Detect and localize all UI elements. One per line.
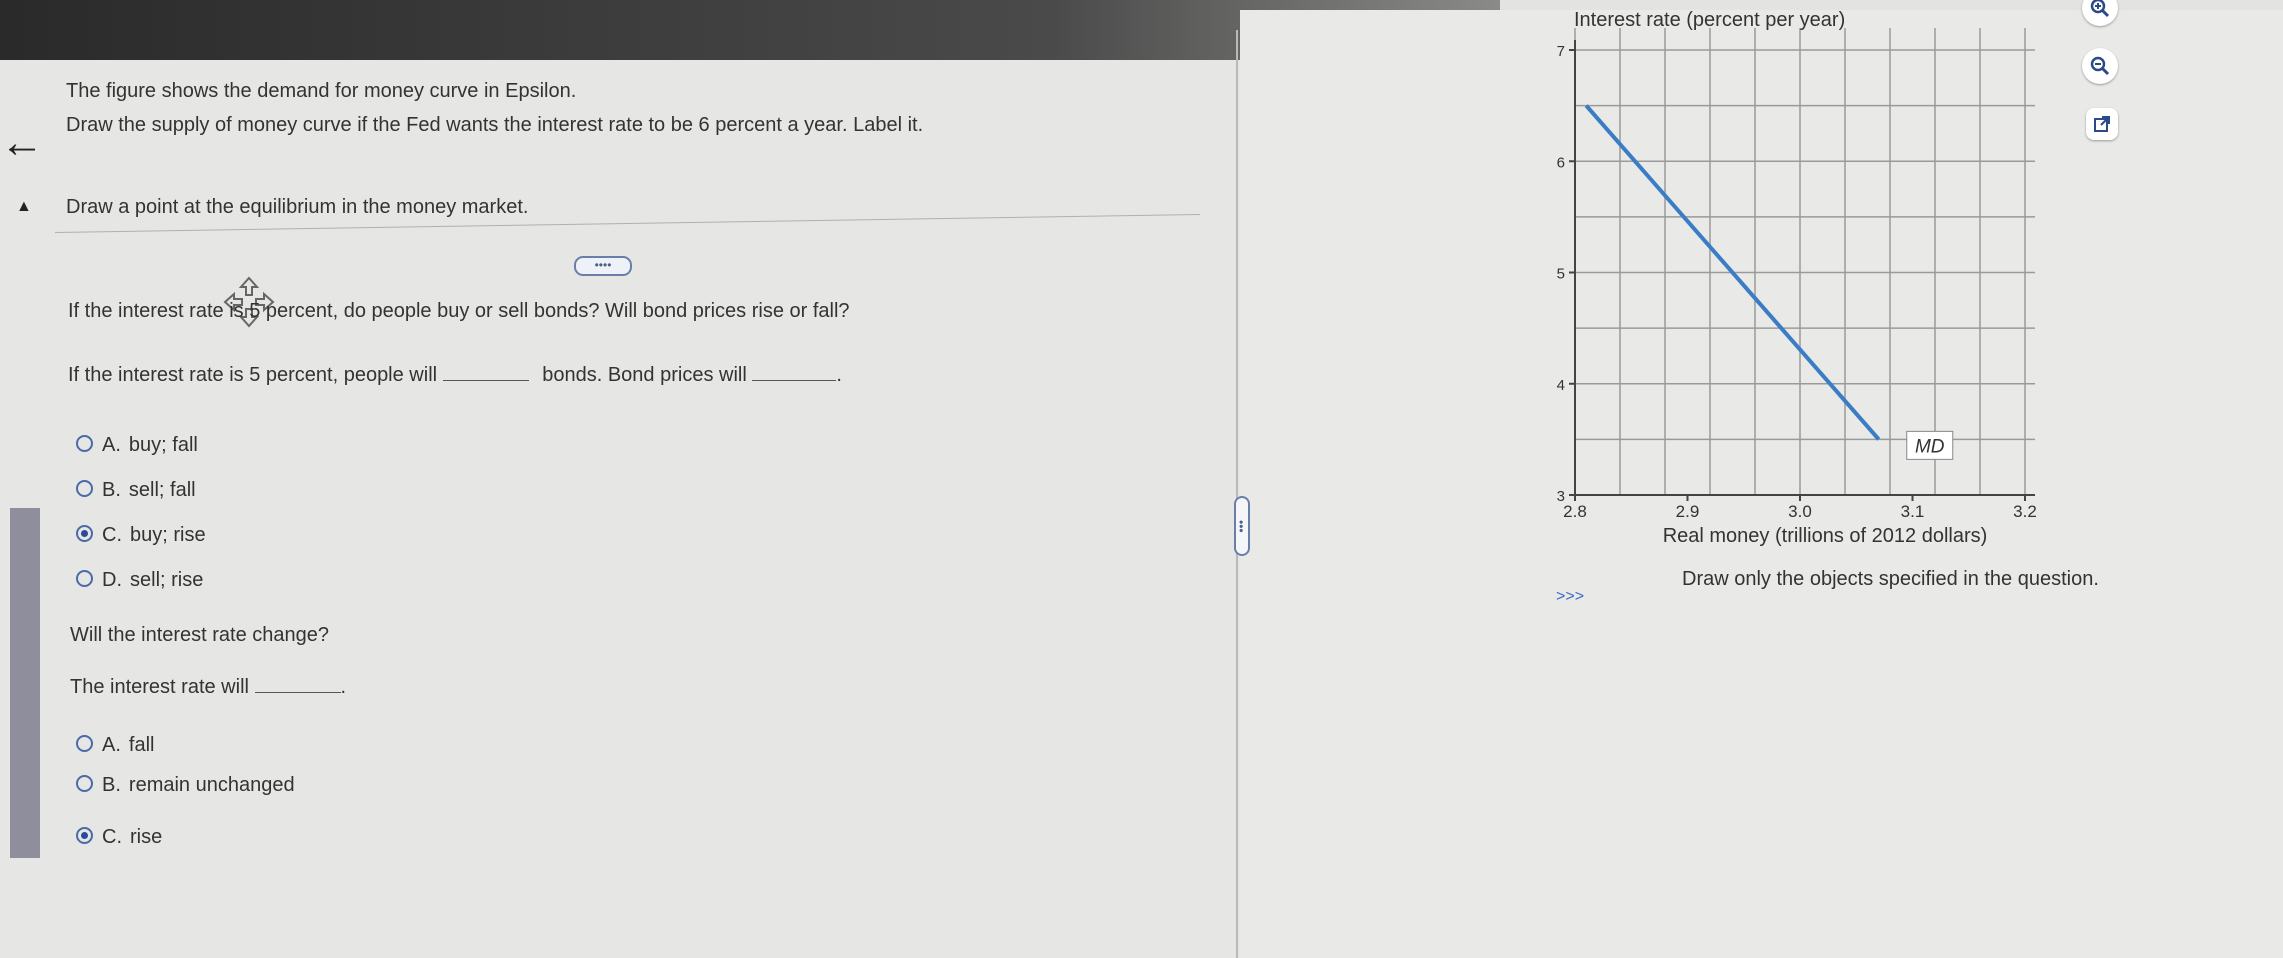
radio-button-selected[interactable] [76,525,93,543]
instruction-line-2: Draw the supply of money curve if the Fe… [66,114,924,136]
radio-button-selected[interactable] [76,827,93,845]
arrow-left-icon[interactable]: ← [0,118,44,168]
triangle-up-icon[interactable]: ▲ [16,198,32,216]
option-text: remain unchanged [128,774,295,796]
radio-button[interactable] [76,570,93,588]
question-1-stem-part2: bonds. Bond prices will [542,364,747,386]
question-2-stem-part1: The interest rate will [70,676,249,698]
footer-arrows: >>> [1556,588,1585,605]
option-letter: B. [102,774,121,796]
option-text: fall [128,734,155,756]
option-text: rise [130,826,163,848]
question-2-stem: The interest rate will . [70,676,346,699]
x-tick-label: 3.2 [2013,502,2037,521]
chart-axes: 345672.8 2.9 3.0 3.1 3.2 [1557,40,2037,521]
radio-button[interactable] [76,735,93,753]
option-text: buy; rise [130,524,206,546]
chart-series: MD [1584,104,1954,460]
y-tick-label: 6 [1557,154,1565,171]
option-text: buy; fall [128,434,198,456]
option-letter: A. [102,734,121,756]
option-letter: D. [102,569,122,591]
y-tick-label: 4 [1557,377,1565,394]
option-text: sell; fall [128,479,196,501]
x-tick-label: 3.0 [1788,502,1812,521]
blank-bond-prices [752,364,837,381]
option-letter: A. [102,434,121,456]
y-axis-label: Interest rate (percent per year) [1574,9,1845,31]
panel-divider [1236,30,1238,958]
instruction-line-3: Draw a point at the equilibrium in the m… [66,196,529,218]
option-text: sell; rise [130,569,204,591]
question-2-stem-end: . [340,676,347,698]
question-2-prompt: Will the interest rate change? [70,624,330,646]
left-scrollbar[interactable] [10,508,40,858]
option-q1-b[interactable]: B. sell; fall [76,479,196,502]
x-tick-label: 3.1 [1901,502,1925,521]
option-q1-a[interactable]: A. buy; fall [76,434,198,457]
x-tick-label: 2.9 [1676,502,1700,521]
option-q1-c[interactable]: C. buy; rise [76,524,206,547]
radio-button[interactable] [76,435,93,453]
x-tick-label: 2.8 [1563,502,1587,521]
blank-interest-rate [254,676,341,693]
question-1-stem-end: . [836,364,842,386]
x-axis-label: Real money (trillions of 2012 dollars) [1663,525,1988,547]
option-q1-d[interactable]: D. sell; rise [76,569,203,592]
y-tick-label: 7 [1557,43,1565,60]
radio-button[interactable] [76,480,93,498]
more-button[interactable]: •••• [574,256,632,276]
zoom-out-icon[interactable] [2082,48,2118,84]
blank-buy-sell [442,364,529,381]
chart-grid [1574,28,2035,496]
md-label: MD [1915,436,1945,457]
question-1-stem-part1: If the interest rate is 5 percent, peopl… [68,364,438,386]
question-1-stem: If the interest rate is 5 percent, peopl… [68,364,842,387]
panel-resize-handle[interactable]: ••• [1234,496,1250,556]
option-q2-b[interactable]: B. remain unchanged [76,774,295,797]
option-letter: B. [102,479,121,501]
option-letter: C. [102,524,122,546]
question-panel [0,60,1240,958]
instruction-line-1: The figure shows the demand for money cu… [66,80,577,102]
option-q2-a[interactable]: A. fall [76,734,154,757]
y-tick-label: 5 [1557,266,1565,283]
external-link-icon[interactable] [2086,108,2118,140]
question-1-prompt: If the interest rate is 5 percent, do pe… [68,300,850,322]
radio-button[interactable] [76,775,93,793]
money-market-graph[interactable]: 345672.8 2.9 3.0 3.1 3.2 MD Interest rate (p… [1520,0,2220,560]
option-q2-c[interactable]: C. rise [76,826,162,849]
option-letter: C. [102,826,122,848]
footer-note: Draw only the objects specified in the q… [1682,568,2099,590]
